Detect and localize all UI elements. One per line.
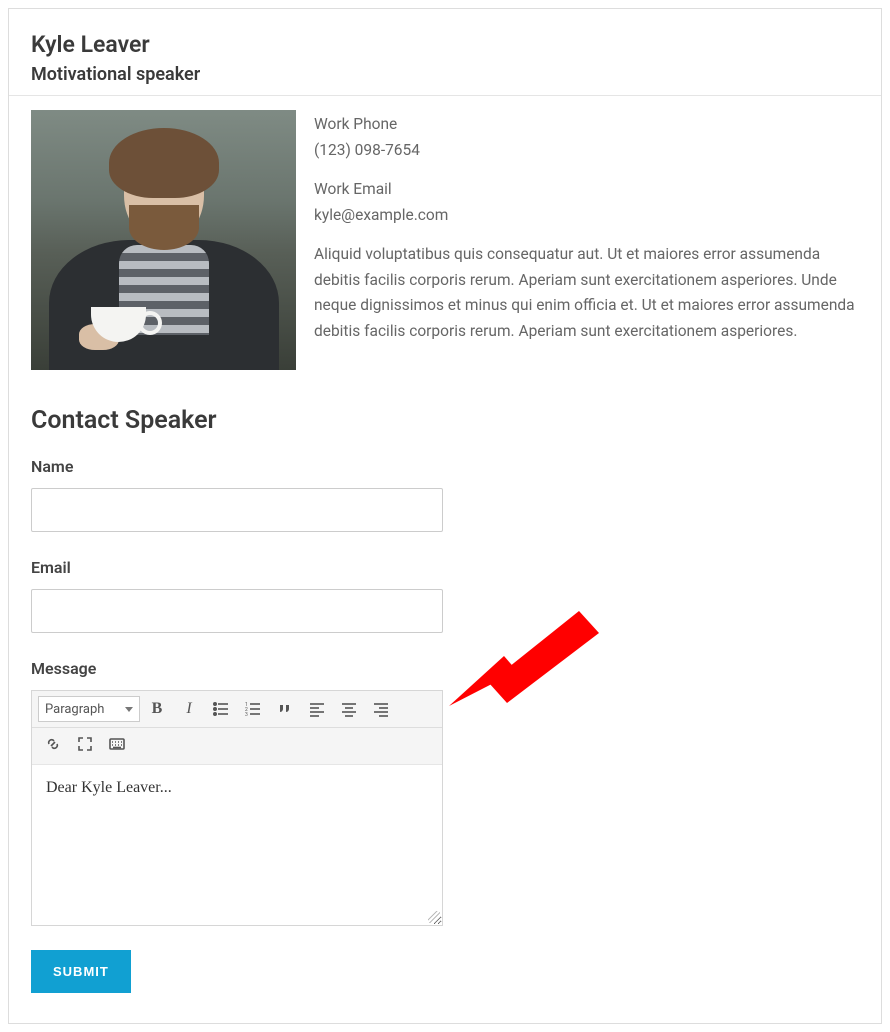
message-editor-text: Dear Kyle Leaver...	[46, 779, 172, 796]
blockquote-button[interactable]	[270, 695, 300, 723]
profile-bio: Aliquid voluptatibus quis consequatur au…	[314, 242, 859, 344]
quote-icon	[277, 701, 293, 717]
profile-photo	[31, 110, 296, 370]
name-field: Name	[31, 457, 859, 532]
chevron-down-icon	[125, 707, 133, 712]
submit-button[interactable]: Submit	[31, 950, 131, 993]
keyboard-icon	[109, 736, 125, 752]
fullscreen-icon	[77, 736, 93, 752]
italic-button[interactable]: I	[174, 695, 204, 723]
editor-toolbar-row2	[32, 728, 442, 765]
format-dropdown[interactable]: Paragraph	[38, 696, 140, 722]
email-value: kyle@example.com	[314, 203, 859, 229]
email-label: Work Email	[314, 177, 859, 203]
name-label: Name	[31, 457, 859, 476]
toolbar-toggle-button[interactable]	[102, 730, 132, 758]
numbered-list-icon: 123	[245, 701, 261, 717]
svg-text:3: 3	[245, 712, 248, 717]
align-center-button[interactable]	[334, 695, 364, 723]
align-center-icon	[341, 701, 357, 717]
phone-label: Work Phone	[314, 112, 859, 138]
profile-info: Work Phone (123) 098-7654 Work Email kyl…	[314, 110, 859, 370]
message-label: Message	[31, 659, 859, 678]
name-input[interactable]	[31, 488, 443, 532]
email-label: Email	[31, 558, 859, 577]
contact-heading: Contact Speaker	[31, 406, 859, 435]
align-left-button[interactable]	[302, 695, 332, 723]
numbered-list-button[interactable]: 123	[238, 695, 268, 723]
divider	[9, 95, 881, 96]
profile-title: Motivational speaker	[31, 64, 859, 85]
align-right-icon	[373, 701, 389, 717]
bold-icon: B	[152, 700, 163, 718]
bullet-list-button[interactable]	[206, 695, 236, 723]
message-field: Message Paragraph B I 123	[31, 659, 859, 926]
profile-card: Kyle Leaver Motivational speaker Work Ph…	[8, 8, 882, 1024]
rich-text-editor: Paragraph B I 123	[31, 690, 443, 926]
italic-icon: I	[186, 700, 191, 718]
align-right-button[interactable]	[366, 695, 396, 723]
resize-handle-icon	[428, 911, 440, 923]
bold-button[interactable]: B	[142, 695, 172, 723]
link-icon	[45, 736, 61, 752]
email-input[interactable]	[31, 589, 443, 633]
profile-body: Work Phone (123) 098-7654 Work Email kyl…	[31, 110, 859, 370]
editor-toolbar-row1: Paragraph B I 123	[32, 691, 442, 728]
format-dropdown-label: Paragraph	[45, 702, 104, 717]
align-left-icon	[309, 701, 325, 717]
fullscreen-button[interactable]	[70, 730, 100, 758]
phone-value: (123) 098-7654	[314, 138, 859, 164]
bullet-list-icon	[213, 701, 229, 717]
message-editor-body[interactable]: Dear Kyle Leaver...	[32, 765, 442, 925]
email-field: Email	[31, 558, 859, 633]
profile-name: Kyle Leaver	[31, 31, 859, 58]
link-button[interactable]	[38, 730, 68, 758]
